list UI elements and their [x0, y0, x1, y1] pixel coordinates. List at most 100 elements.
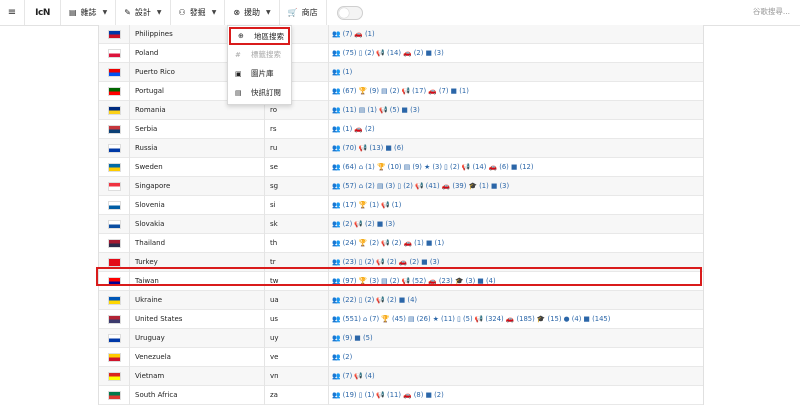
image-icon: ▣	[235, 69, 242, 78]
table-row: Poland 👥 (75) ▯ (2) 📢 (14) 🚗 (2) ■ (3)	[99, 43, 703, 63]
menu-item-tag-search[interactable]: # 標籤搜索	[228, 45, 291, 64]
table-row: Serbia rs 👥 (1) 🚗 (2)	[99, 119, 703, 139]
nav-support[interactable]: ⊗ 援助 ▼	[225, 0, 280, 25]
chevron-down-icon: ▼	[266, 9, 271, 16]
lifebuoy-icon: ⊗	[233, 8, 241, 17]
nav-design[interactable]: ✎ 設計 ▼	[116, 0, 171, 25]
table-row: Sweden se 👥 (64) ⌂ (1) 🏆 (10) ▤ (9) ★ (3) …	[99, 157, 703, 177]
nav-shop-label: 商店	[301, 8, 318, 17]
country-code: ua	[265, 290, 329, 310]
table-row: Puerto Rico 👥 (1)	[99, 62, 703, 82]
country-code: se	[265, 157, 329, 177]
country-stats-links[interactable]: 👥 (23) ▯ (2) 📢 (2) 🚗 (2) ■ (3)	[329, 253, 703, 272]
country-stats-links[interactable]: 👥 (19) ▯ (1) 📢 (11) 🚗 (8) ■ (2)	[329, 386, 703, 405]
table-row: Slovakia sk 👥 (2) 📢 (2) ■ (3)	[99, 214, 703, 234]
chevron-down-icon: ▼	[211, 9, 217, 16]
country-name: Russia	[130, 138, 265, 158]
country-flag-icon	[107, 200, 121, 210]
chevron-down-icon: ▼	[156, 9, 162, 16]
country-flag-icon	[107, 238, 121, 248]
search-input[interactable]: 谷歌搜尋...	[690, 4, 790, 20]
country-flag-icon	[107, 162, 121, 172]
flag-cell	[99, 290, 130, 310]
flag-cell	[99, 252, 130, 272]
country-name: Taiwan	[130, 271, 265, 291]
country-stats-links[interactable]: 👥 (1) 🚗 (2)	[329, 120, 703, 139]
nav-magazine[interactable]: ▤ 雜誌 ▼	[61, 0, 117, 25]
country-stats-links[interactable]: 👥 (67) 🏆 (9) ▤ (2) 📢 (17) 🚗 (7) ■ (1)	[329, 82, 703, 101]
country-stats-links[interactable]: 👥 (22) ▯ (2) 📢 (2) ■ (4)	[329, 291, 703, 310]
country-flag-icon	[107, 86, 121, 96]
brush-icon: ✎	[124, 8, 131, 17]
country-name: Sweden	[130, 157, 265, 177]
country-name: Slovenia	[130, 195, 265, 215]
flag-cell	[99, 100, 130, 120]
table-row: Taiwan tw 👥 (97) 🏆 (3) ▤ (2) 📢 (52) 🚗 (23)…	[99, 271, 703, 291]
menu-item-news-subscribe[interactable]: ▤ 快訊訂閱	[228, 83, 291, 102]
flag-cell	[99, 195, 130, 215]
country-flag-icon	[107, 143, 121, 153]
binoculars-icon: ⚇	[178, 8, 186, 17]
country-stats-links[interactable]: 👥 (57) ⌂ (2) ▤ (3) ▯ (2) 📢 (41) 🚗 (39) 🎓…	[329, 177, 703, 196]
flag-cell	[99, 157, 130, 177]
country-flag-icon	[107, 48, 121, 58]
country-stats-links[interactable]: 👥 (7) 📢 (4)	[329, 367, 703, 386]
flag-cell	[99, 176, 130, 196]
country-flag-icon	[107, 314, 121, 324]
nav-support-label: 援助	[244, 8, 261, 17]
country-code: ve	[265, 347, 329, 367]
nav-shop[interactable]: 🛒 商店	[280, 0, 327, 25]
country-stats-links[interactable]: 👥 (551) ⌂ (7) 🏆 (45) ▤ (26) ★ (11) ▯ (5)…	[329, 310, 703, 329]
country-stats-links[interactable]: 👥 (2) 📢 (2) ■ (3)	[329, 215, 703, 234]
country-stats-links[interactable]: 👥 (7) 🚗 (1)	[329, 25, 703, 44]
chevron-down-icon: ▼	[102, 9, 108, 16]
country-stats-links[interactable]: 👥 (2)	[329, 348, 703, 367]
country-code: tr	[265, 252, 329, 272]
table-row: South Africa za 👥 (19) ▯ (1) 📢 (11) 🚗 (8) …	[99, 385, 703, 405]
country-table: Philippines 👥 (7) 🚗 (1) Poland 👥 (75) ▯ (2)…	[98, 24, 704, 405]
country-stats-links[interactable]: 👥 (70) 📢 (13) ■ (6)	[329, 139, 703, 158]
country-name: Serbia	[130, 119, 265, 139]
country-stats-links[interactable]: 👥 (9) ■ (5)	[329, 329, 703, 348]
country-flag-icon	[107, 371, 121, 381]
country-name: Singapore	[130, 176, 265, 196]
flag-cell	[99, 233, 130, 253]
country-code: th	[265, 233, 329, 253]
menu-item-region-search[interactable]: ⊕ 地區搜索	[229, 27, 290, 45]
menu-item-label: 標籤搜索	[251, 50, 281, 59]
table-row: Romania ro 👥 (11) ▤ (1) 📢 (5) ■ (3)	[99, 100, 703, 120]
country-stats-links[interactable]: 👥 (24) 🏆 (2) 📢 (2) 🚗 (1) ■ (1)	[329, 234, 703, 253]
country-name: Turkey	[130, 252, 265, 272]
country-flag-icon	[107, 390, 121, 400]
country-flag-icon	[107, 257, 121, 267]
country-code: tw	[265, 271, 329, 291]
nav-discover[interactable]: ⚇ 發掘 ▼	[171, 0, 226, 25]
country-code: si	[265, 195, 329, 215]
cart-icon: 🛒	[287, 8, 298, 17]
country-flag-icon	[107, 105, 121, 115]
flag-cell	[99, 347, 130, 367]
country-stats-links[interactable]: 👥 (97) 🏆 (3) ▤ (2) 📢 (52) 🚗 (23) 🎓 (3) ■…	[329, 272, 703, 291]
country-stats-links[interactable]: 👥 (1)	[329, 63, 703, 82]
menu-item-image-library[interactable]: ▣ 圖片庫	[228, 64, 291, 83]
flag-cell	[99, 24, 130, 44]
flag-cell	[99, 138, 130, 158]
country-stats-links[interactable]: 👥 (64) ⌂ (1) 🏆 (10) ▤ (9) ★ (3) ▯ (2) 📢 …	[329, 158, 703, 177]
nav-magazine-label: 雜誌	[80, 8, 97, 17]
country-flag-icon	[107, 124, 121, 134]
hamburger-menu-icon[interactable]: ≡	[0, 0, 25, 25]
country-stats-links[interactable]: 👥 (17) 🏆 (1) 📢 (1)	[329, 196, 703, 215]
country-stats-links[interactable]: 👥 (11) ▤ (1) 📢 (5) ■ (3)	[329, 101, 703, 120]
site-logo[interactable]: IcN	[25, 0, 61, 25]
country-code: sk	[265, 214, 329, 234]
country-stats-links[interactable]: 👥 (75) ▯ (2) 📢 (14) 🚗 (2) ■ (3)	[329, 44, 703, 63]
country-name: Uruguay	[130, 328, 265, 348]
country-code: uy	[265, 328, 329, 348]
menu-item-label: 地區搜索	[254, 31, 284, 41]
country-flag-icon	[107, 219, 121, 229]
flag-cell	[99, 309, 130, 329]
table-row: Vietnam vn 👥 (7) 📢 (4)	[99, 366, 703, 386]
table-row: United States us 👥 (551) ⌂ (7) 🏆 (45) ▤ (2…	[99, 309, 703, 329]
country-code: rs	[265, 119, 329, 139]
theme-toggle[interactable]	[336, 5, 363, 20]
